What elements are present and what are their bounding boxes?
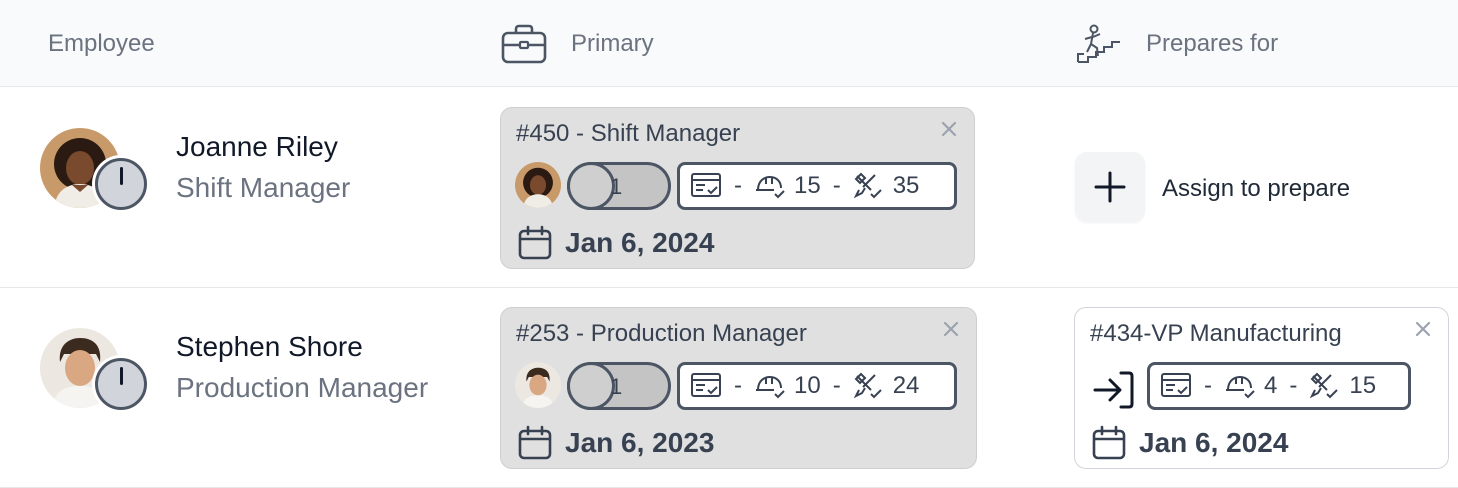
separator: - <box>1289 372 1298 399</box>
date-value: Jan 6, 2024 <box>1139 427 1289 458</box>
assignee-count-pill[interactable]: 1 <box>567 362 671 410</box>
assign-button[interactable] <box>1075 152 1145 222</box>
stat-value: 4 <box>1264 372 1278 399</box>
avatar <box>515 162 561 208</box>
plus-icon <box>1094 171 1126 203</box>
date-value: Jan 6, 2024 <box>565 227 715 258</box>
clock-icon <box>95 158 147 210</box>
stat-value: - <box>1204 372 1212 399</box>
requirements-summary[interactable]: - 4 - 15 <box>1147 362 1411 410</box>
tools-check-icon <box>853 172 885 200</box>
stat-value: 15 <box>1349 372 1377 399</box>
employee-name: Stephen Shore <box>176 331 363 362</box>
requirements-summary[interactable]: - 10 - 24 <box>677 362 957 410</box>
column-header-primary[interactable]: Primary <box>501 0 654 87</box>
position-title: #434-VP Manufacturing <box>1090 320 1342 347</box>
toggle-knob <box>567 162 615 210</box>
clock-icon <box>95 358 147 410</box>
close-icon[interactable] <box>940 318 962 340</box>
primary-position-card[interactable]: #253 - Production Manager 1 - 10 - 24 Ja… <box>500 307 977 469</box>
arrow-right-to-bracket-icon <box>1093 371 1134 409</box>
hardhat-check-icon <box>754 172 786 200</box>
task-list-icon <box>1160 372 1192 400</box>
close-icon[interactable] <box>1412 318 1434 340</box>
column-header-prepares-label: Prepares for <box>1146 29 1279 57</box>
toggle-knob <box>567 362 615 410</box>
avatar <box>515 362 561 408</box>
hardhat-check-icon <box>1224 372 1256 400</box>
calendar-icon <box>517 225 553 261</box>
task-list-icon <box>690 172 722 200</box>
employee-role: Shift Manager <box>176 172 351 203</box>
stat-value: 35 <box>892 172 920 199</box>
date-value: Jan 6, 2023 <box>565 427 715 458</box>
stat-value: - <box>734 372 742 399</box>
assignee-count: 1 <box>610 174 623 199</box>
assignee-count-pill[interactable]: 1 <box>567 162 671 210</box>
tools-check-icon <box>1309 372 1341 400</box>
calendar-icon <box>1091 425 1127 461</box>
column-header-employee[interactable]: Employee <box>48 0 155 87</box>
climbing-stairs-icon <box>1077 24 1120 63</box>
close-icon[interactable] <box>938 118 960 140</box>
primary-position-card[interactable]: #450 - Shift Manager 1 - 15 - 35 Jan 6, <box>500 107 975 269</box>
column-header-employee-label: Employee <box>48 29 155 57</box>
stat-value: 10 <box>794 372 821 399</box>
stat-value: - <box>734 172 742 199</box>
hardhat-check-icon <box>754 372 786 400</box>
table-header: Employee Primary Prepares for <box>0 0 1458 87</box>
task-list-icon <box>690 372 722 400</box>
column-header-primary-label: Primary <box>571 29 654 57</box>
table-row: Joanne Riley Shift Manager #450 - Shift … <box>0 88 1458 288</box>
position-date: Jan 6, 2023 <box>517 425 714 461</box>
stat-value: 24 <box>892 372 920 399</box>
stat-value: 15 <box>794 172 821 199</box>
calendar-icon <box>517 425 553 461</box>
assign-label[interactable]: Assign to prepare <box>1162 175 1350 203</box>
table-row: Stephen Shore Production Manager #253 - … <box>0 288 1458 488</box>
requirements-summary[interactable]: - 15 - 35 <box>677 162 957 210</box>
separator: - <box>832 172 841 199</box>
position-title: #253 - Production Manager <box>516 320 807 347</box>
separator: - <box>832 372 841 399</box>
assignee-count: 1 <box>610 374 623 399</box>
tools-check-icon <box>853 372 885 400</box>
position-date: Jan 6, 2024 <box>517 225 714 261</box>
prepares-position-card[interactable]: #434-VP Manufacturing - 4 - 15 Jan 6, 20… <box>1074 307 1449 469</box>
position-date: Jan 6, 2024 <box>1091 425 1288 461</box>
column-header-prepares[interactable]: Prepares for <box>1076 0 1278 87</box>
employee-name: Joanne Riley <box>176 131 338 162</box>
employee-role: Production Manager <box>176 372 429 403</box>
position-title: #450 - Shift Manager <box>516 120 741 147</box>
briefcase-icon <box>501 24 547 63</box>
